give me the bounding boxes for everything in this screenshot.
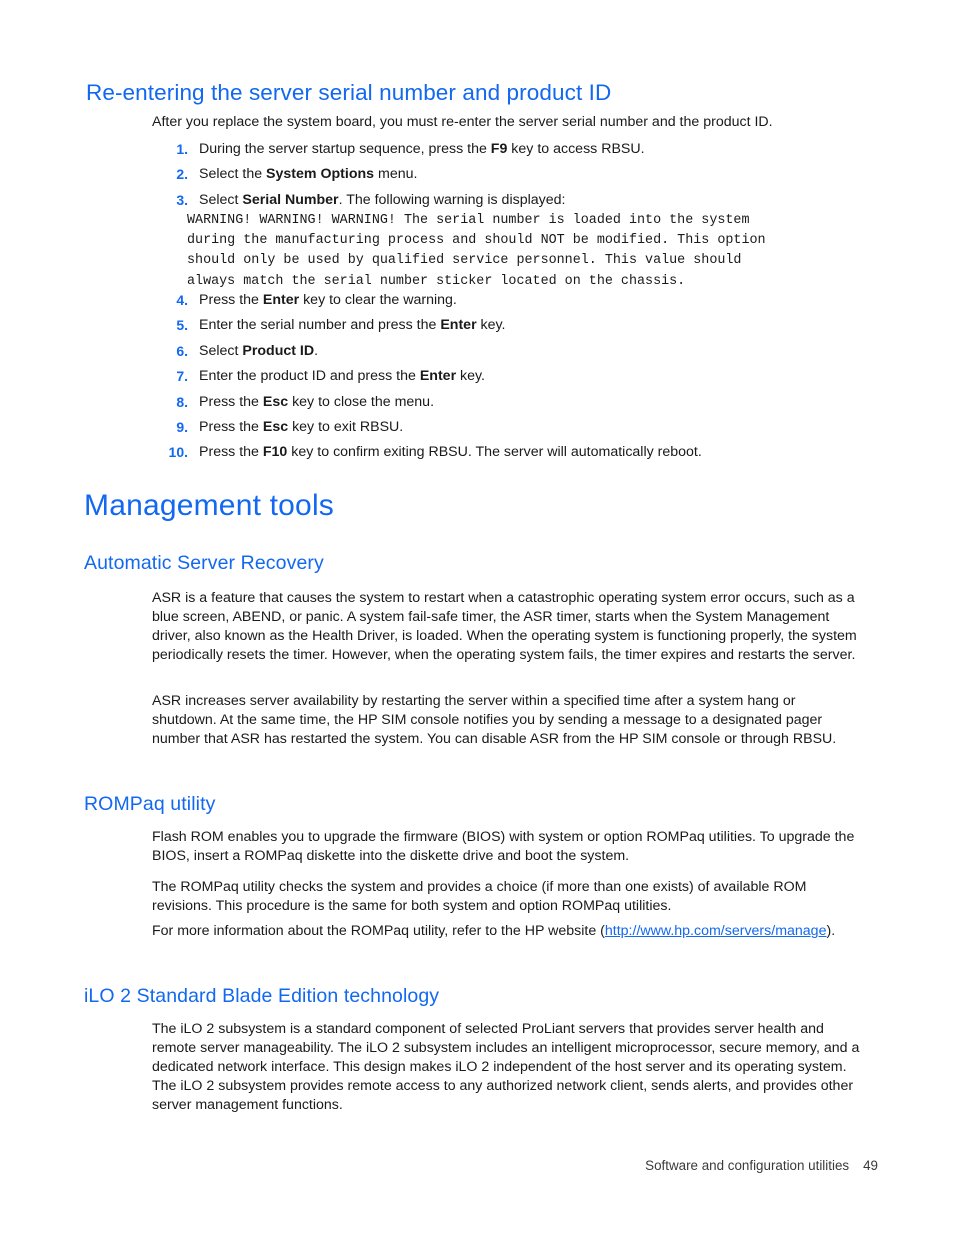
section-heading-ilo2-standard-blade-edition: iLO 2 Standard Blade Edition technology (84, 985, 440, 1007)
step-text-suffix: . The following warning is displayed: (338, 191, 566, 208)
step-text: During the server startup sequence, pres… (199, 141, 491, 157)
section-intro-paragraph: After you replace the system board, you … (152, 114, 773, 130)
document-page: Re-entering the server serial number and… (0, 0, 954, 1235)
step-number: 7. (176, 368, 188, 385)
step-keyword: Enter (262, 292, 300, 308)
footer-page-number: 49 (863, 1158, 878, 1173)
step-text: Select (199, 342, 243, 359)
step-item: 6. Select Product ID. (152, 342, 872, 361)
step-number: 5. (176, 317, 188, 334)
rompaq-paragraph-3-text: For more information about the ROMPaq ut… (152, 923, 605, 939)
step-text: Select (199, 191, 243, 208)
step-number: 8. (176, 393, 188, 410)
warning-code-block: WARNING! WARNING! WARNING! The serial nu… (187, 213, 766, 289)
step-keyword: Enter (440, 317, 477, 334)
step-text-suffix: . (314, 342, 319, 359)
step-item: 2. Select the System Options menu. (152, 165, 872, 184)
step-item: 9. Press the Esc key to exit RBSU. (152, 418, 872, 437)
hp-website-link[interactable]: http://www.hp.com/servers/manage (605, 923, 827, 939)
step-text: Select the (199, 166, 267, 183)
step-text: Enter the serial number and press the (199, 317, 441, 334)
step-keyword: Esc (262, 393, 289, 410)
step-item: 3. Select Serial Number. The following wa… (152, 191, 872, 210)
step-keyword: System Options (266, 166, 375, 183)
step-keyword: Esc (262, 418, 289, 435)
step-text-suffix: key to close the menu. (288, 393, 435, 410)
step-keyword: Enter (419, 368, 457, 385)
step-item: 1. During the server startup sequence, pr… (152, 140, 872, 159)
step-text: Press the (199, 444, 263, 461)
step-number: 4. (176, 292, 188, 308)
step-text-suffix: key to confirm exiting RBSU. The server … (287, 444, 702, 461)
step-number: 10. (168, 444, 188, 461)
step-keyword: F10 (262, 444, 288, 461)
asr-paragraph-2: ASR increases server availability by res… (152, 693, 837, 747)
step-text: Press the (199, 418, 263, 435)
step-item: 10. Press the F10 key to confirm exiting … (152, 443, 872, 462)
step-keyword: F9 (490, 141, 508, 157)
step-text-suffix: key. (456, 368, 486, 385)
section-heading-automatic-server-recovery: Automatic Server Recovery (84, 552, 324, 574)
steps-list-before-warning: 1. During the server startup sequence, pr… (152, 140, 872, 216)
step-keyword: Product ID (242, 342, 315, 359)
steps-list-after-warning: 4. Press the Enter key to clear the warni… (152, 291, 872, 469)
asr-paragraph-1: ASR is a feature that causes the system … (152, 590, 857, 663)
step-keyword: Serial Number (242, 191, 339, 208)
section-heading-serial-number: Re-entering the server serial number and… (86, 80, 612, 105)
rompaq-paragraph-3-suffix: ). (826, 923, 836, 939)
step-item: 8. Press the Esc key to close the menu. (152, 393, 872, 412)
step-item: 7. Enter the product ID and press the Ent… (152, 367, 872, 386)
step-number: 3. (176, 191, 188, 208)
step-text-suffix: key. (476, 317, 506, 334)
rompaq-paragraph-1: Flash ROM enables you to upgrade the fir… (152, 829, 855, 864)
step-item: 4. Press the Enter key to clear the warni… (152, 291, 872, 310)
step-text-suffix: key to access RBSU. (507, 141, 645, 157)
chapter-heading-management-tools: Management tools (84, 489, 335, 522)
step-text: Press the (199, 292, 263, 308)
rompaq-paragraph-3: For more information about the ROMPaq ut… (152, 922, 852, 941)
step-text: Press the (199, 393, 263, 410)
step-text-suffix: key to clear the warning. (299, 292, 457, 308)
step-number: 2. (176, 166, 188, 183)
rompaq-paragraph-2: The ROMPaq utility checks the system and… (152, 879, 807, 914)
step-number: 6. (176, 342, 188, 359)
section-heading-rompaq-utility: ROMPaq utility (84, 793, 216, 815)
ilo-paragraph-1: The iLO 2 subsystem is a standard compon… (152, 1021, 860, 1113)
page-footer: Software and configuration utilities 49 (0, 1158, 954, 1173)
step-text: Enter the product ID and press the (199, 368, 420, 385)
step-text-suffix: key to exit RBSU. (288, 418, 404, 435)
step-number: 9. (176, 418, 188, 435)
step-text-suffix: menu. (374, 166, 418, 183)
step-item: 5. Enter the serial number and press the … (152, 316, 872, 335)
step-number: 1. (176, 141, 188, 157)
footer-chapter-title: Software and configuration utilities (645, 1158, 850, 1173)
